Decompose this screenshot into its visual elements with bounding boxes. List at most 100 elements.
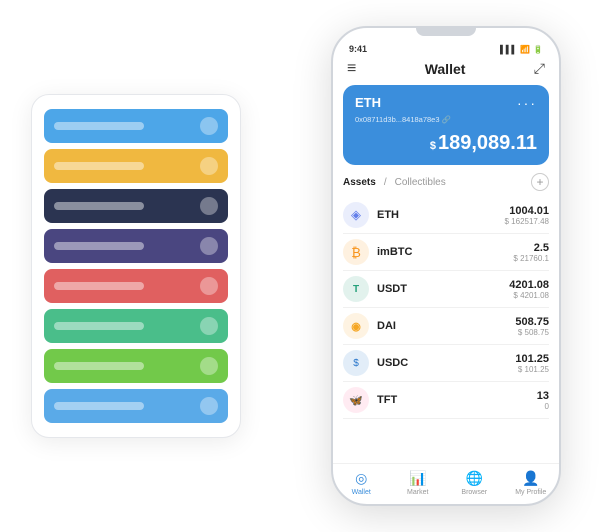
wallet-nav-label: Wallet [352, 489, 371, 496]
list-item[interactable] [44, 349, 228, 383]
list-item[interactable] [44, 149, 228, 183]
asset-amounts-eth: 1004.01 $ 162517.48 [505, 205, 550, 226]
list-item[interactable] [44, 229, 228, 263]
card-icon [200, 277, 218, 295]
eth-card-balance: $189,089.11 [355, 132, 537, 155]
list-item[interactable] [44, 309, 228, 343]
bottom-nav: ◎ Wallet 📊 Market 🌐 Browser 👤 My Profile [333, 463, 559, 504]
dai-amount: 508.75 [515, 316, 549, 328]
table-row[interactable]: T USDT 4201.08 $ 4201.08 [343, 271, 549, 308]
dai-icon: ◉ [343, 313, 369, 339]
eth-card-menu[interactable]: ··· [517, 95, 537, 111]
usdt-amount: 4201.08 [509, 279, 549, 291]
eth-card-name: ETH [355, 95, 381, 110]
card-icon [200, 357, 218, 375]
asset-amounts-dai: 508.75 $ 508.75 [515, 316, 549, 337]
asset-name-eth: ETH [377, 209, 505, 221]
usdt-icon: T [343, 276, 369, 302]
add-asset-button[interactable]: + [531, 173, 549, 191]
nav-item-wallet[interactable]: ◎ Wallet [333, 470, 390, 496]
card-label [54, 282, 144, 290]
asset-name-usdt: USDT [377, 283, 509, 295]
asset-amounts-tft: 13 0 [537, 390, 549, 411]
asset-amounts-usdt: 4201.08 $ 4201.08 [509, 279, 549, 300]
asset-name-usdc: USDC [377, 357, 515, 369]
phone-mockup: 9:41 ▌▌▌ 📶 🔋 ≡ Wallet ⤢ ETH ··· 0x08711d… [331, 26, 561, 506]
market-nav-icon: 📊 [409, 470, 426, 487]
market-nav-label: Market [407, 489, 428, 496]
phone-header: ≡ Wallet ⤢ [333, 56, 559, 85]
asset-amounts-usdc: 101.25 $ 101.25 [515, 353, 549, 374]
list-item[interactable] [44, 269, 228, 303]
nav-item-browser[interactable]: 🌐 Browser [446, 470, 503, 496]
nav-item-market[interactable]: 📊 Market [390, 470, 447, 496]
table-row[interactable]: ₿ imBTC 2.5 $ 21760.1 [343, 234, 549, 271]
usdt-usd: $ 4201.08 [509, 291, 549, 300]
card-icon [200, 397, 218, 415]
profile-nav-icon: 👤 [522, 470, 539, 487]
status-time: 9:41 [349, 44, 367, 54]
usdc-amount: 101.25 [515, 353, 549, 365]
nav-item-profile[interactable]: 👤 My Profile [503, 470, 560, 496]
profile-nav-label: My Profile [515, 489, 546, 496]
status-icons: ▌▌▌ 📶 🔋 [500, 45, 543, 54]
eth-icon: ◈ [343, 202, 369, 228]
card-stack [31, 94, 241, 438]
wallet-nav-icon: ◎ [355, 470, 367, 487]
card-icon [200, 317, 218, 335]
card-label [54, 362, 144, 370]
wifi-icon: 📶 [520, 45, 530, 54]
assets-header: Assets / Collectibles + [343, 173, 549, 191]
usdc-icon: $ [343, 350, 369, 376]
browser-nav-icon: 🌐 [466, 470, 483, 487]
phone-content: ETH ··· 0x08711d3b...8418a78e3 🔗 $189,08… [333, 85, 559, 463]
tft-icon: 🦋 [343, 387, 369, 413]
card-icon [200, 117, 218, 135]
tab-slash: / [384, 177, 387, 188]
card-label [54, 162, 144, 170]
eth-usd: $ 162517.48 [505, 217, 550, 226]
browser-nav-label: Browser [461, 489, 487, 496]
asset-name-imbtc: imBTC [377, 246, 513, 258]
status-bar: 9:41 ▌▌▌ 📶 🔋 [333, 38, 559, 56]
asset-amounts-imbtc: 2.5 $ 21760.1 [513, 242, 549, 263]
balance-value: 189,089.11 [438, 132, 537, 154]
table-row[interactable]: $ USDC 101.25 $ 101.25 [343, 345, 549, 382]
signal-icon: ▌▌▌ [500, 45, 517, 54]
card-icon [200, 237, 218, 255]
dai-usd: $ 508.75 [515, 328, 549, 337]
tft-usd: 0 [537, 402, 549, 411]
card-label [54, 322, 144, 330]
menu-icon[interactable]: ≡ [347, 61, 356, 77]
card-icon [200, 197, 218, 215]
eth-card-address: 0x08711d3b...8418a78e3 🔗 [355, 115, 537, 124]
phone-notch [416, 28, 476, 36]
tab-assets[interactable]: Assets [343, 177, 376, 188]
list-item[interactable] [44, 189, 228, 223]
eth-card-header: ETH ··· [355, 95, 537, 111]
imbtc-usd: $ 21760.1 [513, 254, 549, 263]
list-item[interactable] [44, 109, 228, 143]
scene: 9:41 ▌▌▌ 📶 🔋 ≡ Wallet ⤢ ETH ··· 0x08711d… [11, 11, 591, 521]
asset-name-tft: TFT [377, 394, 537, 406]
eth-wallet-card[interactable]: ETH ··· 0x08711d3b...8418a78e3 🔗 $189,08… [343, 85, 549, 165]
table-row[interactable]: 🦋 TFT 13 0 [343, 382, 549, 419]
tft-amount: 13 [537, 390, 549, 402]
card-icon [200, 157, 218, 175]
imbtc-amount: 2.5 [513, 242, 549, 254]
card-label [54, 122, 144, 130]
assets-tabs: Assets / Collectibles [343, 177, 446, 188]
asset-name-dai: DAI [377, 320, 515, 332]
list-item[interactable] [44, 389, 228, 423]
dollar-sign: $ [430, 140, 436, 152]
tab-collectibles[interactable]: Collectibles [395, 177, 446, 188]
table-row[interactable]: ◈ ETH 1004.01 $ 162517.48 [343, 197, 549, 234]
asset-list: ◈ ETH 1004.01 $ 162517.48 ₿ imBTC 2.5 $ … [343, 197, 549, 463]
eth-amount: 1004.01 [505, 205, 550, 217]
card-label [54, 402, 144, 410]
card-label [54, 202, 144, 210]
table-row[interactable]: ◉ DAI 508.75 $ 508.75 [343, 308, 549, 345]
usdc-usd: $ 101.25 [515, 365, 549, 374]
battery-icon: 🔋 [533, 45, 543, 54]
expand-icon[interactable]: ⤢ [534, 60, 545, 77]
